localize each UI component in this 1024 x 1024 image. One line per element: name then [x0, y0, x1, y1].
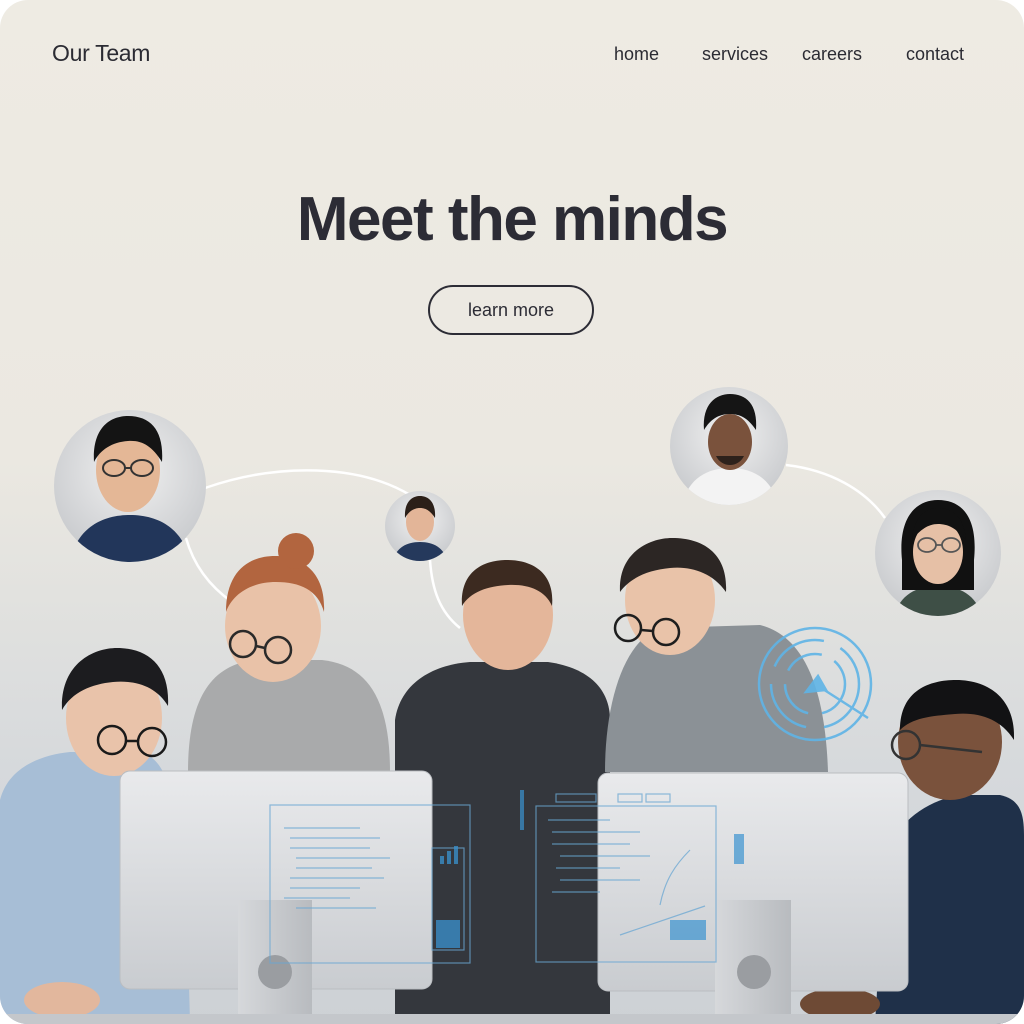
nav-careers-link[interactable]: careers — [802, 44, 862, 65]
nav-contact-link[interactable]: contact — [906, 44, 964, 65]
team-avatar-4[interactable] — [875, 490, 1001, 616]
main-nav: home services careers contact — [0, 44, 1024, 68]
person-woman-left — [188, 533, 390, 772]
page: Our Team home services careers contact M… — [0, 0, 1024, 1024]
hero-headline: Meet the minds — [296, 185, 729, 254]
desk — [0, 1014, 1024, 1024]
monitor-left — [119, 770, 471, 1024]
team-avatar-1[interactable] — [54, 410, 206, 562]
team-avatar-3[interactable] — [670, 387, 788, 505]
team-illustration — [0, 387, 1024, 1024]
team-scene — [0, 380, 1024, 1024]
team-avatar-2[interactable] — [385, 491, 455, 562]
nav-services-link[interactable]: services — [702, 44, 768, 65]
learn-more-button[interactable]: learn more — [428, 285, 594, 335]
nav-home-link[interactable]: home — [614, 44, 659, 65]
